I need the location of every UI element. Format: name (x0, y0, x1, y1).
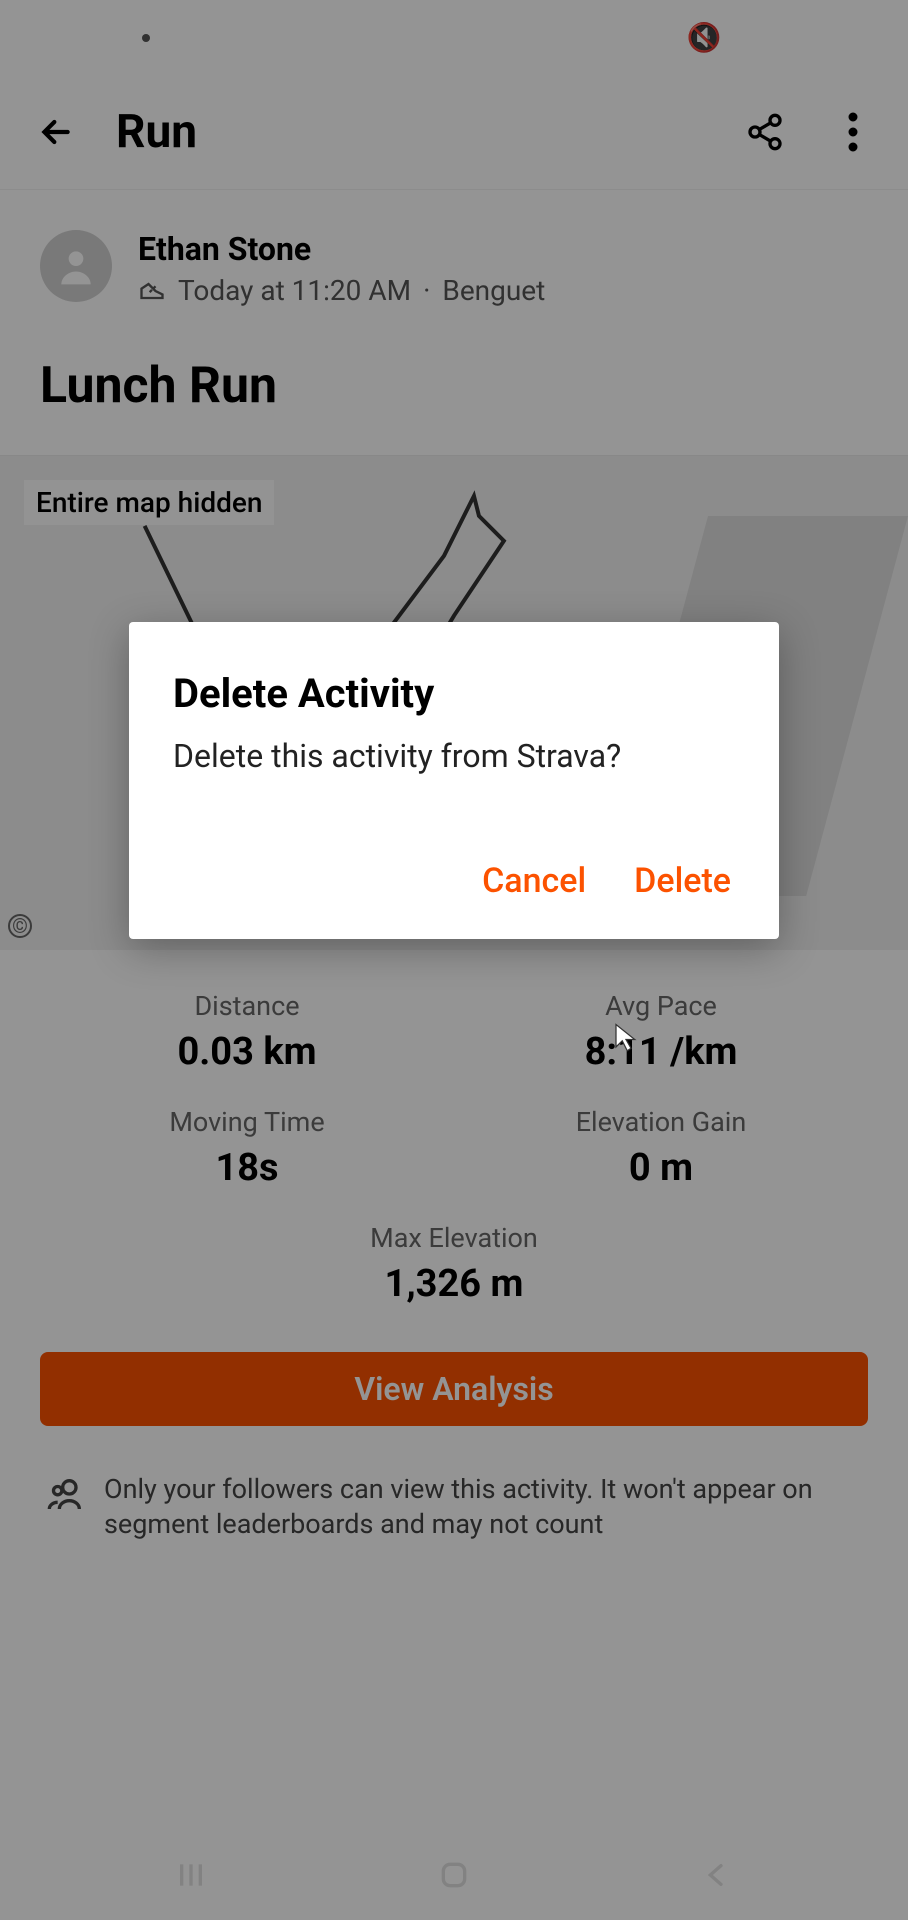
modal-overlay[interactable]: Delete Activity Delete this activity fro… (0, 0, 908, 1920)
dialog-body: Delete this activity from Strava? (173, 737, 735, 775)
cancel-button[interactable]: Cancel (478, 855, 590, 907)
dialog-actions: Cancel Delete (173, 855, 735, 907)
delete-activity-dialog: Delete Activity Delete this activity fro… (129, 622, 779, 939)
delete-button[interactable]: Delete (630, 855, 735, 907)
dialog-title: Delete Activity (173, 670, 735, 717)
